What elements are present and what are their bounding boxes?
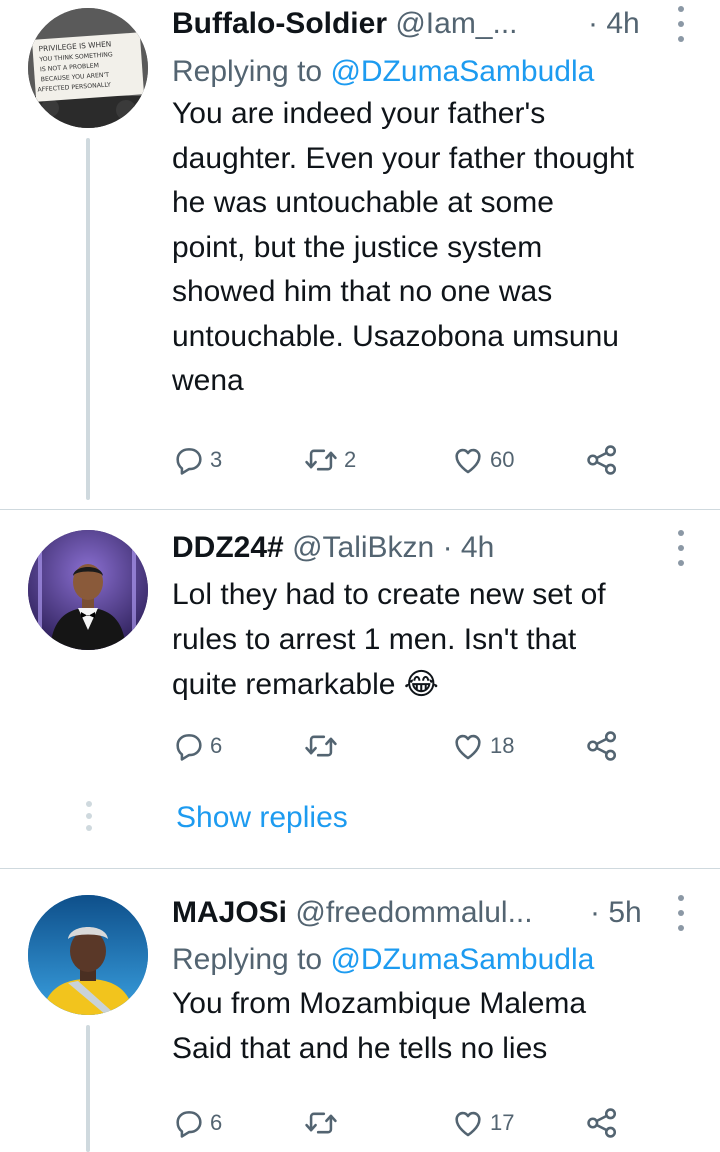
tweet-header: MAJOSi @freedommalul... · 5h [172,889,700,937]
tweet-majosi[interactable]: MAJOSi @freedommalul... · 5h Replying to… [0,869,720,1152]
reply-button[interactable]: 6 [172,726,222,766]
tweet-ddz24[interactable]: DDZ24# @TaliBkzn · 4h Lol they had to cr… [0,510,720,868]
avatar[interactable] [28,895,148,1015]
user-handle[interactable]: @TaliBkzn [292,531,434,564]
like-button[interactable]: 17 [450,1103,514,1143]
like-button[interactable]: 18 [450,726,514,766]
reply-button[interactable]: 6 [172,1103,222,1143]
tweet-header: Buffalo-Soldier @Iam_... · 4h [172,0,700,48]
more-icon[interactable] [676,895,686,931]
like-count: 60 [490,447,515,472]
tweet-buffalo-soldier[interactable]: PRIVILEGE IS WHEN YOU THINK SOMETHING IS… [0,0,720,500]
tweet-actions: 6 18 [172,726,702,766]
reply-count: 3 [210,447,223,472]
more-icon[interactable] [676,530,686,566]
retweet-icon [305,449,337,471]
tweet-actions: 3 2 60 [172,440,702,480]
tweet-text-segment: quite remarkable [172,668,396,701]
tweet-text: Lol they had to create new set of rules … [172,572,700,707]
share-button[interactable] [582,1103,622,1143]
replying-to-line: Replying to @DZumaSambudla [172,939,700,981]
reply-button[interactable]: 3 [172,440,222,480]
thread-dots [86,801,92,831]
like-icon [455,734,481,760]
tweet-text-line: You are indeed your father's [172,97,546,130]
tweet-text-line: wena [172,364,244,397]
retweet-button[interactable] [302,1103,344,1143]
tweet-text-line: daughter. Even your father thought [172,141,634,175]
tweet-text: You from Mozambique Malema Said that and… [172,982,700,1071]
mention-link[interactable]: @DZumaSambudla [330,943,594,976]
more-icon[interactable] [676,6,686,42]
laughing-emoji: 😂 [403,667,439,702]
thread-line [86,138,90,500]
show-replies-link[interactable]: Show replies [176,798,348,838]
like-icon [455,1111,481,1137]
tweet-text-line: Said that and he tells no lies [172,1031,548,1065]
retweet-button[interactable] [302,726,344,766]
tweet-text: You are indeed your father's daughter. E… [172,92,700,404]
retweet-icon [305,735,337,757]
replying-to-label: Replying to [172,943,323,976]
reply-icon [176,734,202,761]
avatar-sign-image: PRIVILEGE IS WHEN YOU THINK SOMETHING IS… [28,8,148,128]
display-name[interactable]: MAJOSi [172,896,287,929]
timestamp[interactable]: · 4h [588,0,640,48]
tweet-actions: 6 17 [172,1103,702,1143]
reply-icon [176,448,202,475]
share-button[interactable] [582,440,622,480]
display-name[interactable]: DDZ24# [172,531,284,564]
like-count: 17 [490,1110,515,1135]
timestamp[interactable]: · 5h [590,889,642,937]
tweet-text-line: rules to arrest 1 men. Isn't that [172,623,577,656]
reply-count: 6 [210,733,223,758]
display-name[interactable]: Buffalo-Soldier [172,7,387,40]
retweet-icon [305,1112,337,1134]
avatar[interactable]: PRIVILEGE IS WHEN YOU THINK SOMETHING IS… [28,8,148,128]
tweet-text-line: showed him that no one was [172,275,553,308]
avatar-photo [28,530,148,650]
timestamp[interactable]: · 4h [443,531,495,564]
tweet-text-line: quite remarkable 😂 [172,662,700,707]
retweet-button[interactable]: 2 [302,440,356,480]
share-icon [587,731,617,761]
user-handle[interactable]: @Iam_... [395,7,517,40]
tweet-text-line: untouchable. Usazobona umsunu [172,319,619,353]
like-icon [455,448,481,474]
replying-to-label: Replying to [172,55,323,88]
tweet-text-line: You from Mozambique Malema [172,987,587,1020]
tweet-text-line: he was untouchable at some [172,186,554,219]
tweet-text-line: point, but the justice system [172,230,543,264]
thread-line [86,1025,90,1152]
mention-link[interactable]: @DZumaSambudla [330,55,594,88]
tweet-header: DDZ24# @TaliBkzn · 4h [172,524,700,572]
like-button[interactable]: 60 [450,440,514,480]
like-count: 18 [490,733,515,758]
share-button[interactable] [582,726,622,766]
avatar[interactable] [28,530,148,650]
user-handle[interactable]: @freedommalul... [295,896,532,929]
reply-icon [176,1111,202,1138]
tweet-text-line: Lol they had to create new set of [172,578,606,611]
avatar-photo [28,895,148,1015]
share-icon [587,1108,617,1138]
reply-count: 6 [210,1110,223,1135]
replying-to-line: Replying to @DZumaSambudla [172,51,700,93]
share-icon [587,445,617,475]
retweet-count: 2 [344,447,357,472]
